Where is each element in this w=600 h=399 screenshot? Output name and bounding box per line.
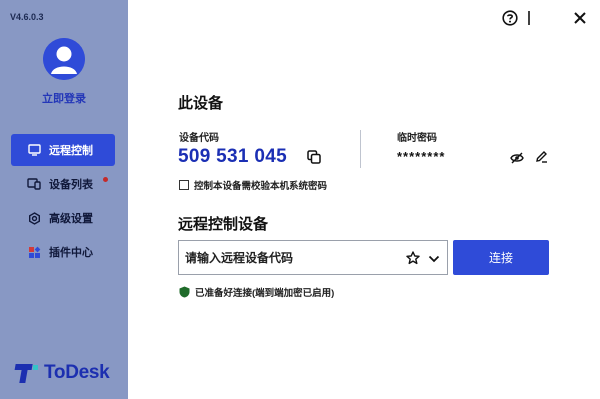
close-icon [574, 12, 586, 24]
sidebar-item-advanced-settings[interactable]: 高级设置 [11, 202, 115, 234]
help-icon [502, 10, 518, 26]
user-avatar-icon [43, 38, 85, 80]
device-list-icon [27, 177, 41, 191]
sidebar-item-label: 设备列表 [49, 179, 93, 191]
toggle-password-visibility-button[interactable] [510, 151, 524, 164]
monitor-icon [27, 143, 41, 157]
todesk-logo-icon [14, 364, 38, 383]
temp-password-label: 临时密码 [397, 133, 437, 144]
sidebar: V4.6.0.3 立即登录 远程控制 设备列表 高级设置 插件中心 ToDesk [0, 0, 128, 399]
version-label: V4.6.0.3 [10, 12, 44, 22]
close-button[interactable] [571, 9, 589, 27]
edit-password-button[interactable] [535, 150, 548, 163]
history-dropdown-button[interactable] [428, 252, 440, 264]
sidebar-item-remote-control[interactable]: 远程控制 [11, 134, 115, 166]
section-divider [360, 130, 361, 168]
gear-icon [27, 211, 41, 225]
shield-icon [179, 286, 190, 298]
brand-name: ToDesk [44, 362, 110, 383]
favorite-button[interactable] [406, 251, 420, 265]
plugin-grid-icon [27, 245, 41, 259]
eye-hidden-icon [510, 152, 524, 164]
sidebar-item-device-list[interactable]: 设备列表 [11, 168, 115, 200]
copy-icon [307, 150, 321, 164]
notification-badge [103, 177, 108, 182]
verify-system-password-checkbox[interactable] [179, 180, 189, 190]
remote-code-input[interactable] [185, 250, 405, 265]
minimize-button[interactable] [520, 9, 538, 27]
avatar[interactable] [43, 38, 85, 80]
connect-button[interactable]: 连接 [453, 240, 549, 275]
device-code-label: 设备代码 [179, 133, 219, 144]
connection-status: 已准备好连接(端到端加密已启用) [179, 285, 334, 299]
remote-control-title: 远程控制设备 [178, 216, 269, 233]
sidebar-item-plugin-center[interactable]: 插件中心 [11, 236, 115, 268]
sidebar-item-label: 远程控制 [49, 145, 93, 157]
sidebar-item-label: 插件中心 [49, 247, 93, 259]
brand-logo: ToDesk [14, 362, 110, 384]
minimize-icon [528, 11, 530, 25]
chevron-down-icon [428, 255, 440, 263]
status-text: 已准备好连接(端到端加密已启用) [195, 288, 335, 299]
star-icon [406, 251, 420, 265]
copy-button[interactable] [307, 150, 321, 164]
help-button[interactable] [501, 9, 519, 27]
device-code-value: 509 531 045 [178, 146, 287, 167]
login-link[interactable]: 立即登录 [0, 90, 128, 106]
sidebar-item-label: 高级设置 [49, 213, 93, 225]
this-device-title: 此设备 [178, 95, 224, 112]
pencil-icon [536, 151, 547, 163]
verify-system-password-option[interactable]: 控制本设备需校验本机系统密码 [179, 178, 327, 192]
checkbox-label: 控制本设备需校验本机系统密码 [194, 181, 328, 192]
temp-password-value: ******** [397, 149, 446, 164]
